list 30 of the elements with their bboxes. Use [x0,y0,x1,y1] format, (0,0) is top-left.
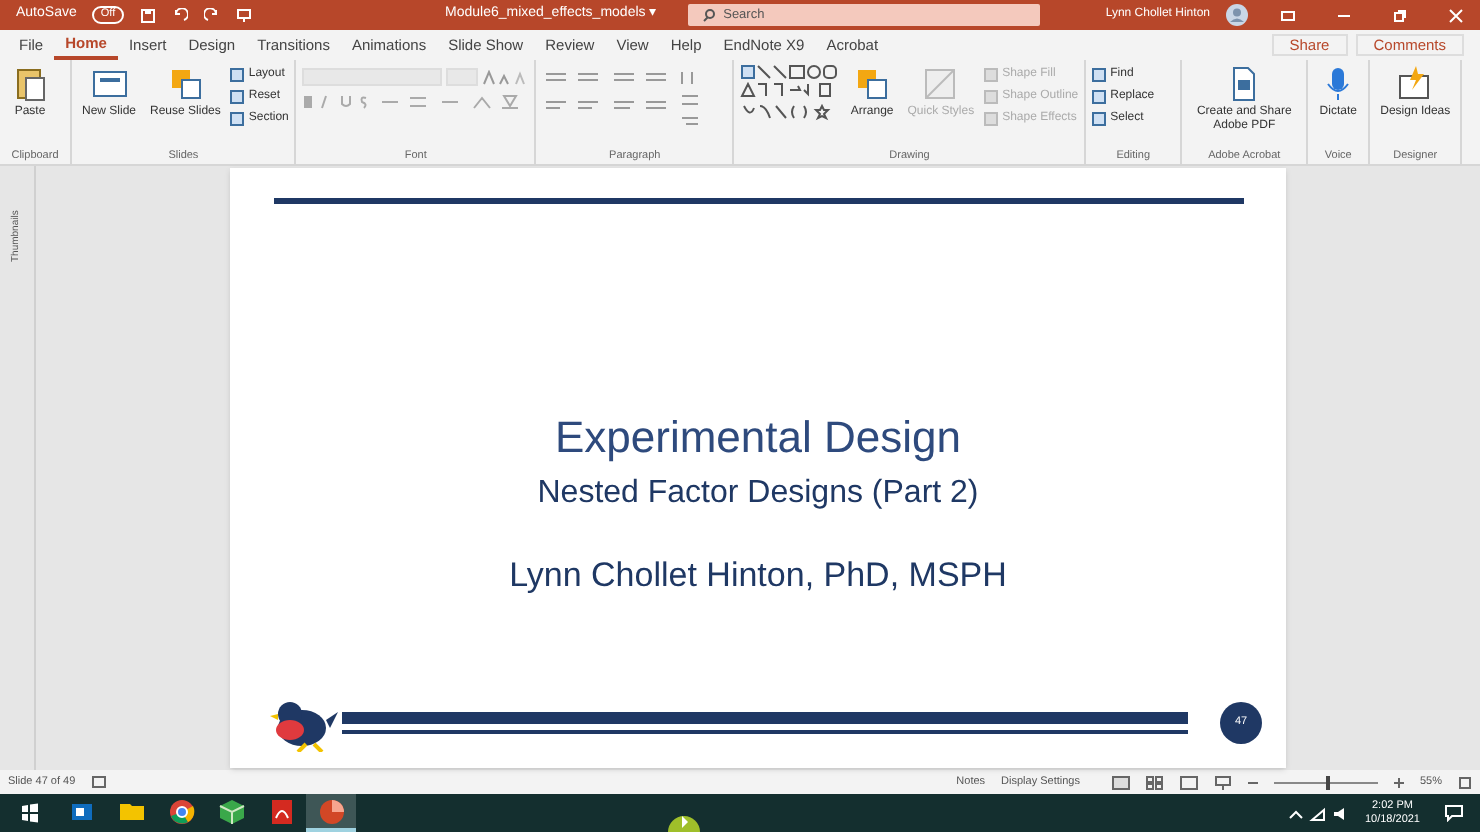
zoom-out-icon[interactable] [1247,777,1258,787]
zoom-in-icon[interactable] [1393,777,1404,787]
pdf-icon[interactable] [267,797,295,825]
notifications-icon[interactable] [1444,804,1464,822]
ribbon-display-icon[interactable] [1280,7,1296,23]
restore-icon[interactable] [1392,7,1408,23]
zoom-slider-thumb[interactable] [1325,775,1330,789]
redo-icon[interactable] [203,7,220,23]
slide-author: Lynn Chollet Hinton, PhD, MSPH [509,556,1007,596]
slideshow-icon[interactable] [1213,775,1232,789]
save-icon[interactable] [139,7,156,23]
undo-icon[interactable] [171,7,188,23]
shapes-icon[interactable] [852,64,893,104]
normal-view-icon[interactable] [1111,775,1130,789]
font-size-icon[interactable] [482,69,527,85]
presentation-app-icon[interactable] [317,797,345,825]
sorter-view-icon[interactable] [1145,775,1164,789]
slide-subtitle: Nested Factor Designs (Part 2) [537,474,979,514]
presentation-icon[interactable] [235,7,252,23]
slide-title: Experimental Design [555,412,961,464]
fit-slide-icon[interactable] [1458,775,1472,789]
browser-icon[interactable] [167,797,195,825]
cube-icon[interactable] [217,797,245,825]
accessibility-icon[interactable] [91,776,106,788]
system-tray-icon[interactable] [1288,805,1349,821]
shapes-gallery-icon[interactable] [740,64,841,124]
reading-view-icon[interactable] [1179,775,1198,789]
search-icon[interactable] [701,8,716,22]
close-icon[interactable] [1448,7,1464,23]
avatar-icon[interactable] [1226,4,1248,26]
